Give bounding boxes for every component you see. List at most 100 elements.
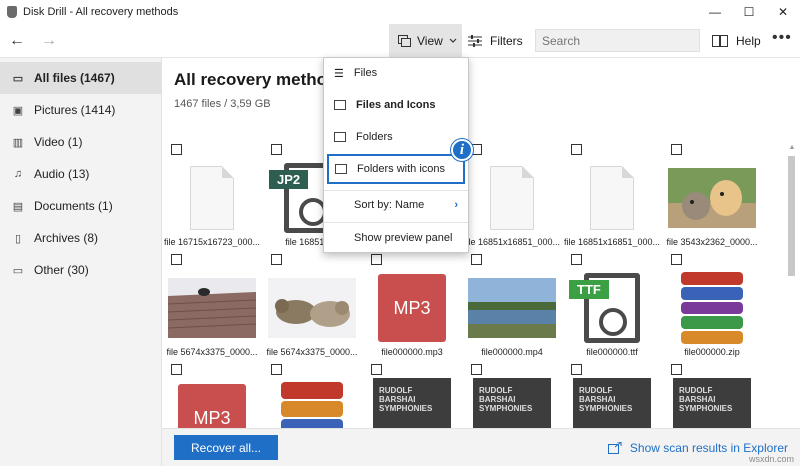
recover-all-button[interactable]: Recover all... bbox=[174, 435, 278, 460]
vertical-scrollbar[interactable]: ▲ bbox=[787, 144, 797, 422]
document-icon bbox=[490, 166, 534, 230]
list-icon: ☰ bbox=[334, 67, 344, 80]
view-label: View bbox=[417, 33, 443, 48]
sidebar: ▭ All files (1467) ▣ Pictures (1414) ▥ V… bbox=[0, 58, 162, 466]
view-button[interactable]: View bbox=[389, 24, 462, 57]
sidebar-item-other[interactable]: ▭ Other (30) bbox=[0, 254, 161, 286]
mp3-file-icon: MP3 bbox=[178, 384, 246, 432]
sidebar-item-pictures[interactable]: ▣ Pictures (1414) bbox=[0, 94, 161, 126]
file-tile[interactable]: RUDOLF BARSHAI SYMPHONIES bbox=[662, 362, 758, 432]
file-checkbox[interactable] bbox=[571, 254, 582, 265]
file-checkbox[interactable] bbox=[471, 254, 482, 265]
sidebar-item-archives[interactable]: ▯ Archives (8) bbox=[0, 222, 161, 254]
file-checkbox[interactable] bbox=[171, 254, 182, 265]
file-tile[interactable]: RUDOLF BARSHAI SYMPHONIES bbox=[462, 362, 558, 432]
file-tile[interactable]: RUDOLF BARSHAI SYMPHONIES bbox=[562, 362, 658, 432]
picture-icon: ▣ bbox=[12, 104, 24, 117]
forward-button[interactable]: → bbox=[38, 30, 60, 52]
file-thumbnail bbox=[666, 158, 758, 238]
title-bar: Disk Drill - All recovery methods — ☐ ✕ bbox=[0, 0, 800, 24]
zip-archive-icon bbox=[681, 272, 743, 344]
lake-video-thumbnail bbox=[468, 278, 556, 338]
maximize-button[interactable]: ☐ bbox=[732, 0, 766, 24]
file-tile[interactable]: RUDOLF BARSHAI SYMPHONIES bbox=[362, 362, 458, 432]
search-input[interactable] bbox=[535, 29, 700, 52]
file-name: file 3543x2362_0000... bbox=[666, 237, 758, 247]
menu-item-folders-with-icons[interactable]: Folders with icons bbox=[327, 154, 465, 184]
folder-icon: ▭ bbox=[12, 72, 24, 85]
file-checkbox[interactable] bbox=[671, 144, 682, 155]
file-checkbox[interactable] bbox=[271, 254, 282, 265]
file-thumbnail: MP3 bbox=[366, 268, 458, 348]
file-checkbox[interactable] bbox=[571, 364, 582, 375]
file-name: file 16715x16723_000... bbox=[163, 237, 261, 247]
file-thumbnail bbox=[266, 378, 358, 432]
back-button[interactable]: ← bbox=[6, 30, 28, 52]
menu-item-label: Files bbox=[353, 67, 378, 79]
file-name: file 16851x16851_000... bbox=[563, 237, 661, 247]
filters-label: Filters bbox=[490, 33, 523, 48]
video-icon: ▥ bbox=[12, 136, 24, 149]
scroll-up-arrow-icon[interactable]: ▲ bbox=[787, 144, 797, 154]
sidebar-item-documents[interactable]: ▤ Documents (1) bbox=[0, 190, 161, 222]
external-link-icon bbox=[607, 442, 622, 454]
filters-icon bbox=[468, 34, 482, 47]
file-tile[interactable]: file 16715x16723_000... bbox=[162, 142, 260, 252]
file-tile[interactable]: file000000.mp4 bbox=[462, 252, 558, 362]
file-checkbox[interactable] bbox=[471, 364, 482, 375]
book-icon bbox=[712, 34, 728, 47]
file-checkbox[interactable] bbox=[571, 144, 582, 155]
file-checkbox[interactable] bbox=[171, 144, 182, 155]
minimize-button[interactable]: — bbox=[698, 0, 732, 24]
sidebar-item-label: All files (1467) bbox=[34, 71, 115, 85]
sidebar-item-label: Audio (13) bbox=[34, 167, 90, 181]
file-tile[interactable]: file 16851x16851_000... bbox=[462, 142, 560, 252]
sidebar-item-all-files[interactable]: ▭ All files (1467) bbox=[0, 62, 161, 94]
file-checkbox[interactable] bbox=[671, 254, 682, 265]
menu-item-files[interactable]: ☰ Files bbox=[324, 58, 468, 88]
file-checkbox[interactable] bbox=[271, 364, 282, 375]
file-thumbnail bbox=[666, 268, 758, 348]
filters-button[interactable]: Filters bbox=[468, 24, 523, 57]
file-checkbox[interactable] bbox=[371, 364, 382, 375]
more-options-button[interactable]: ••• bbox=[772, 29, 792, 47]
file-tile[interactable]: file000000.zip bbox=[662, 252, 758, 362]
file-tile[interactable]: file 5674x3375_0000... bbox=[162, 252, 258, 362]
show-scan-results-link[interactable]: Show scan results in Explorer bbox=[607, 441, 788, 455]
file-checkbox[interactable] bbox=[171, 364, 182, 375]
puppy-kitten-photo bbox=[668, 168, 756, 228]
file-thumbnail bbox=[166, 158, 258, 238]
menu-item-sort-by[interactable]: Sort by: Name › bbox=[324, 190, 468, 220]
disk-drill-app-icon bbox=[7, 6, 17, 18]
file-tile[interactable]: file 5674x3375_0000... bbox=[262, 252, 358, 362]
file-thumbnail: RUDOLF BARSHAI SYMPHONIES bbox=[666, 378, 758, 432]
cats-in-snow-photo bbox=[268, 278, 356, 338]
view-icon bbox=[398, 34, 411, 47]
file-tile[interactable] bbox=[262, 362, 358, 432]
menu-item-show-preview-panel[interactable]: Show preview panel bbox=[324, 223, 468, 253]
folder-icon bbox=[334, 132, 346, 142]
chevron-down-icon bbox=[449, 38, 457, 43]
file-checkbox[interactable] bbox=[671, 364, 682, 375]
file-checkbox[interactable] bbox=[271, 144, 282, 155]
sidebar-item-audio[interactable]: ♫ Audio (13) bbox=[0, 158, 161, 190]
document-icon bbox=[190, 166, 234, 230]
scroll-thumb[interactable] bbox=[788, 156, 795, 276]
window-controls: — ☐ ✕ bbox=[698, 0, 800, 24]
ttf-file-icon: TTF bbox=[569, 273, 640, 343]
album-cover-thumbnail: RUDOLF BARSHAI SYMPHONIES bbox=[573, 378, 651, 432]
file-tile[interactable]: file 3543x2362_0000... bbox=[662, 142, 758, 252]
info-icon: i bbox=[451, 139, 473, 161]
folder-icon: ▭ bbox=[12, 264, 24, 277]
file-tile[interactable]: file 16851x16851_000... bbox=[562, 142, 660, 252]
close-button[interactable]: ✕ bbox=[766, 0, 800, 24]
help-button[interactable]: Help bbox=[712, 24, 761, 57]
file-tile[interactable]: TTF file000000.ttf bbox=[562, 252, 658, 362]
file-tile[interactable]: MP3 bbox=[162, 362, 258, 432]
sidebar-item-video[interactable]: ▥ Video (1) bbox=[0, 126, 161, 158]
file-thumbnail bbox=[566, 158, 658, 238]
file-checkbox[interactable] bbox=[371, 254, 382, 265]
menu-item-files-and-icons[interactable]: Files and Icons bbox=[324, 90, 468, 120]
menu-item-folders[interactable]: Folders bbox=[324, 122, 468, 152]
file-tile[interactable]: MP3 file000000.mp3 bbox=[362, 252, 458, 362]
